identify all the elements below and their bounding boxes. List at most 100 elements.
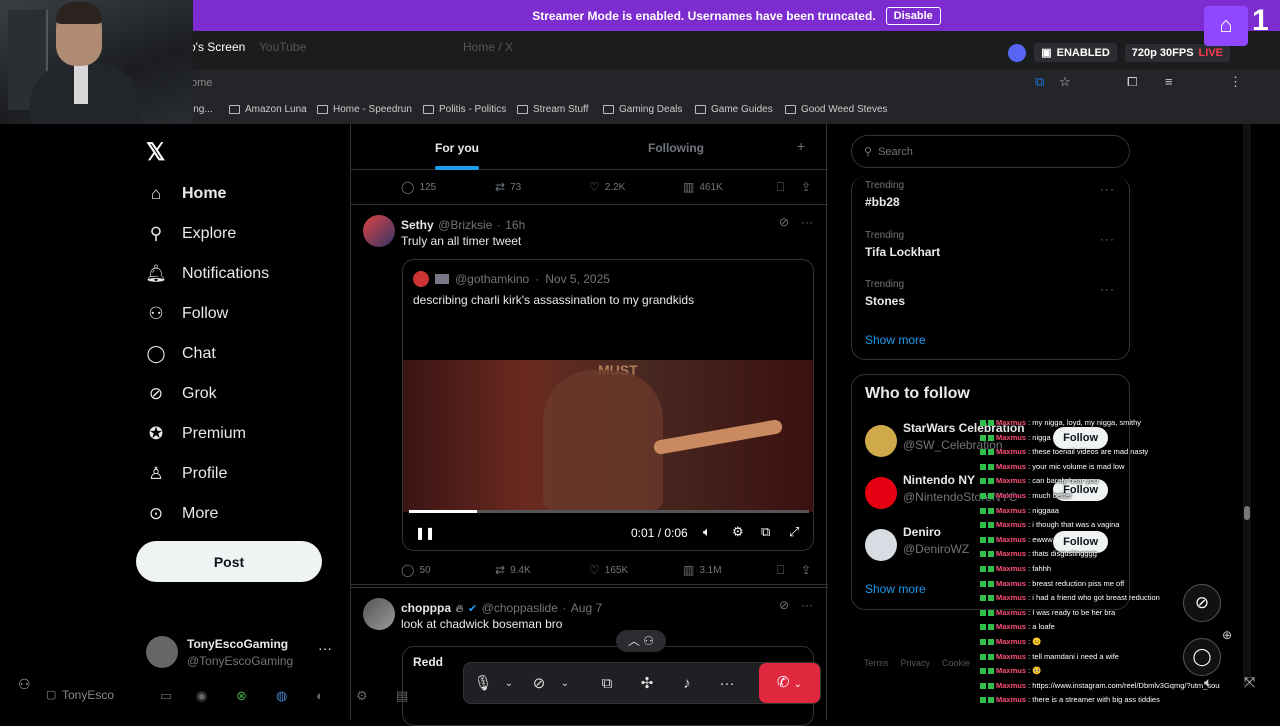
bookmark-stream-stuff[interactable]: Stream Stuff [517,104,588,115]
browser-menu-icon[interactable]: ⋮ [1229,74,1242,90]
cast-icon[interactable]: ⧉ [1035,74,1044,90]
bookmark-gaming-deals[interactable]: Gaming Deals [603,104,682,115]
trend-more-icon[interactable]: ··· [1100,232,1115,246]
video-progress-bar[interactable] [409,510,809,513]
fullscreen-icon[interactable]: ⤢ [789,524,799,540]
reply-button[interactable]: ◯ 50 [401,563,431,577]
views-button[interactable]: ▥ 3.1M [683,563,722,577]
xbox-icon[interactable]: ⊗ [236,688,247,704]
chat-badge-icon [980,551,986,558]
more-icon[interactable]: ··· [716,673,738,695]
share-button[interactable]: ⇪ [801,180,811,194]
camera-off-icon[interactable]: ⊘ [528,673,550,695]
show-more-link[interactable]: Show more [865,582,926,596]
reply-button[interactable]: ◯ 125 [401,180,436,194]
grok-icon[interactable]: ⊘ [779,598,789,612]
chevron-down-icon[interactable]: ⌄ [554,673,576,695]
participants-toggle[interactable]: ︿ ⚇ [616,630,666,652]
bookmark-speedrun[interactable]: Home - Speedrun [317,104,412,115]
x-logo-icon[interactable]: 𝕏 [146,138,165,167]
soundboard-icon[interactable]: ♪ [676,673,698,695]
account-switcher[interactable]: TonyEscoGaming @TonyEscoGaming ··· [146,636,336,676]
tweet-text: look at chadwick boseman bro [401,617,563,631]
end-call-button[interactable]: ✆ ⌄ [759,663,820,703]
quoted-tweet[interactable]: @gothamkino · Nov 5, 2025 describing cha… [402,259,814,551]
nav-item-profile[interactable]: ♙ Profile [146,462,227,486]
nav-item-explore[interactable]: ⚲ Explore [146,222,236,246]
bookmark-politics[interactable]: Politis - Politics [423,104,506,115]
bookmark-icon [229,105,240,114]
add-user-icon[interactable]: ⚇ [18,676,31,693]
account-more-icon[interactable]: ··· [318,640,332,656]
tab-for-you[interactable]: For you [435,141,479,155]
grok-float-icon[interactable]: ⊘ [1183,584,1221,622]
bookmark-amazon-luna[interactable]: Amazon Luna [229,104,307,115]
search-input[interactable]: ⚲ Search [851,135,1130,168]
screen-share-icon[interactable]: ⧉ [596,673,618,695]
like-button[interactable]: ♡ 165K [589,563,628,577]
disable-streamer-mode-button[interactable]: Disable [885,6,941,25]
nav-item-notifications[interactable]: 🔔︎ Notifications [145,262,269,286]
messages-float-icon[interactable]: ◯ [1183,638,1221,676]
tweet-more-icon[interactable]: ··· [801,598,813,612]
nav-item-chat[interactable]: ◯ Chat [146,342,215,366]
trend-item[interactable]: Trending Stones [865,279,905,308]
tweet-author[interactable]: Sethy [401,218,434,232]
repost-button[interactable]: ⇄ 9.4K [495,563,531,577]
app-icon[interactable]: ◉ [196,688,207,704]
volume-icon[interactable]: 🔈︎ [703,524,711,540]
chat-badge-icon [980,668,986,675]
chevron-down-icon[interactable]: ⌄ [498,673,520,695]
trend-more-icon[interactable]: ··· [1100,282,1115,296]
trend-more-icon[interactable]: ··· [1100,182,1115,196]
address-bar[interactable]: ome ⧉ ☆ ⧠ ≡ ⋮ [191,70,1280,98]
nav-item-more[interactable]: ⊙ More [146,502,219,526]
settings-icon[interactable]: ⚙ [356,688,368,704]
bookmark-button[interactable]: ⎕ [777,180,784,195]
share-button[interactable]: ⇪ [801,563,811,577]
add-tab-icon[interactable]: + [797,138,805,154]
avatar[interactable] [363,598,395,630]
start-icon[interactable]: ▢ [46,688,56,701]
repost-button[interactable]: ⇄ 73 [495,180,521,194]
bookmark-game-guides[interactable]: Game Guides [695,104,773,115]
nav-item-follow[interactable]: ⚇ Follow [146,302,228,326]
bookmark-item[interactable]: ing... [191,104,213,115]
tweet-author[interactable]: chopppa [401,601,451,615]
video-player[interactable]: MUST ❚❚ 0:01 / 0:06 🔈︎ ⚙ ⧉ ⤢ [403,320,813,550]
nav-item-home[interactable]: ⌂ Home [146,182,227,206]
bookmark-star-icon[interactable]: ☆ [1059,74,1071,90]
tweet-more-icon[interactable]: ··· [801,215,813,229]
settings-icon[interactable]: ⚙ [732,524,744,540]
tab-following[interactable]: Following [648,141,704,155]
app-icon[interactable]: ▤ [396,688,408,704]
tab-home-x[interactable]: Home / X [463,40,513,54]
post-button[interactable]: Post [136,541,322,582]
page-scrollbar[interactable] [1243,124,1251,686]
browser-icon[interactable]: ◍ [276,688,287,704]
zoom-icon[interactable]: ⊕ [1222,628,1232,642]
volume-icon[interactable]: 🔈︎ [1204,674,1212,691]
bookmark-button[interactable]: ⎕ [777,563,784,578]
expand-icon[interactable]: ⤧ [1244,674,1255,691]
mic-icon[interactable]: 🎙︎ [472,673,494,695]
trend-item[interactable]: Trending #bb28 [865,180,904,209]
extensions-icon[interactable]: ⧠ [1127,74,1137,90]
media-icon[interactable]: ≡ [1165,74,1173,89]
trend-item[interactable]: Trending Tifa Lockhart [865,230,940,259]
views-button[interactable]: ▥ 461K [683,180,723,194]
pip-icon[interactable]: ⧉ [761,524,770,540]
show-more-link[interactable]: Show more [865,333,926,347]
avatar[interactable] [363,215,395,247]
like-button[interactable]: ♡ 2.2K [589,180,625,194]
steam-icon[interactable]: ◐ [316,688,324,703]
nav-item-grok[interactable]: ⊘ Grok [146,382,217,406]
avatar [865,425,897,457]
bookmark-good-weed-steves[interactable]: Good Weed Steves [785,104,888,115]
activities-icon[interactable]: ✣ [636,673,658,695]
grok-icon[interactable]: ⊘ [779,215,789,229]
pause-icon[interactable]: ❚❚ [415,526,435,540]
tab-youtube[interactable]: YouTube [259,40,306,54]
nav-item-premium[interactable]: ✪ Premium [146,422,246,446]
folder-icon[interactable]: ▭ [160,688,172,704]
